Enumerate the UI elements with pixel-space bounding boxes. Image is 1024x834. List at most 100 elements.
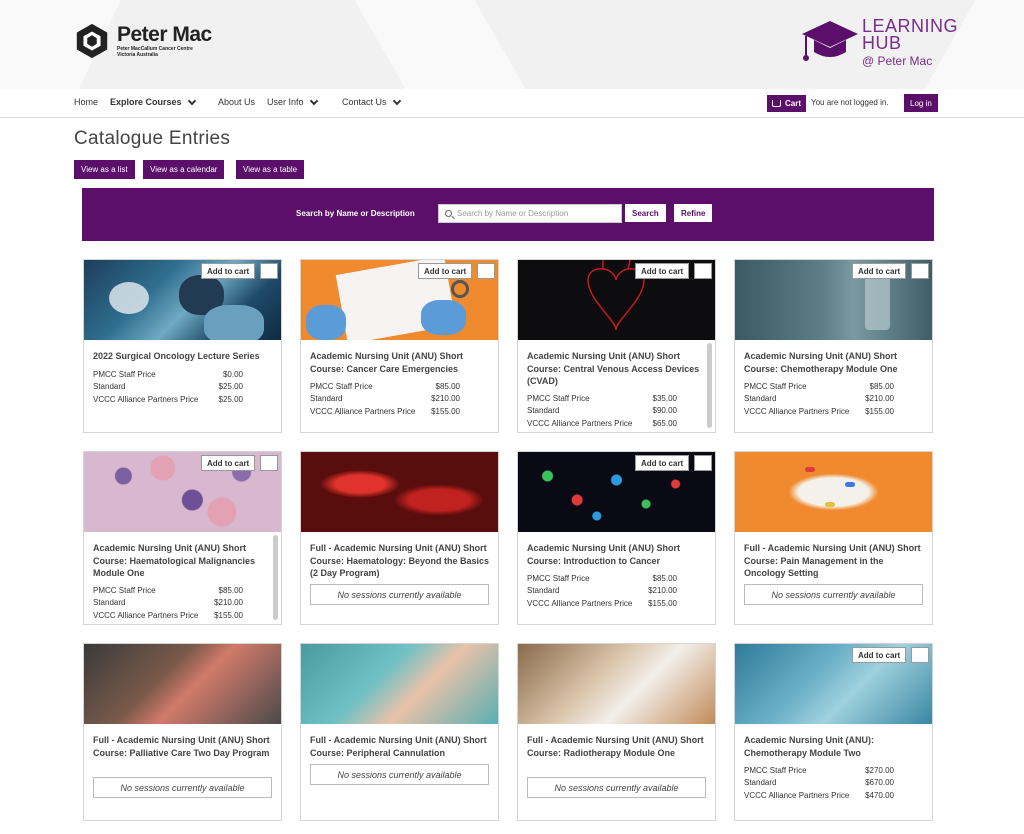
view-as-table-button[interactable]: View as a table	[236, 160, 305, 179]
price-value: $155.00	[865, 406, 894, 416]
cart-quantity-box[interactable]	[260, 263, 278, 279]
login-status: You are not logged in.	[811, 98, 889, 107]
price-value: $65.00	[652, 418, 677, 428]
price-value: $25.00	[218, 382, 243, 392]
chevron-down-icon	[309, 96, 318, 105]
nav-home[interactable]: Home	[74, 97, 98, 107]
price-label: Standard	[93, 598, 126, 608]
search-button[interactable]: Search	[625, 204, 666, 222]
price-value: $210.00	[431, 394, 460, 404]
course-title[interactable]: Academic Nursing Unit (ANU) Short Course…	[744, 350, 926, 375]
price-label: Standard	[527, 406, 560, 416]
nav-explore-courses[interactable]: Explore Courses	[110, 96, 196, 107]
price-value: $85.00	[869, 382, 894, 391]
price-value: $25.00	[218, 394, 243, 404]
course-title[interactable]: Full - Academic Nursing Unit (ANU) Short…	[744, 542, 926, 580]
cart-button[interactable]: Cart	[767, 95, 807, 112]
course-title[interactable]: Full - Academic Nursing Unit (ANU) Short…	[527, 734, 709, 759]
nav-contact-label: Contact Us	[342, 97, 387, 107]
price-label: VCCC Alliance Partners Price	[93, 610, 199, 620]
course-card[interactable]: Add to cart Academic Nursing Unit (ANU) …	[734, 259, 933, 433]
card-scrollbar[interactable]	[707, 343, 712, 428]
price-label: PMCC Staff Price	[527, 394, 590, 403]
login-button[interactable]: Log in	[904, 94, 938, 112]
cart-label: Cart	[785, 99, 802, 108]
add-to-cart-button[interactable]: Add to cart	[201, 455, 256, 471]
course-card[interactable]: Add to cart Academic Nursing Unit (ANU) …	[83, 451, 282, 625]
nav-home-label: Home	[74, 97, 99, 107]
course-title[interactable]: Academic Nursing Unit (ANU): Chemotherap…	[744, 734, 926, 759]
nav-user-info[interactable]: User Info	[267, 96, 318, 107]
cart-quantity-box[interactable]	[911, 263, 929, 279]
search-label: Search by Name or Description	[296, 209, 415, 218]
price-label: Standard	[527, 586, 560, 596]
course-title[interactable]: Full - Academic Nursing Unit (ANU) Short…	[310, 542, 492, 580]
price-value: $210.00	[648, 586, 677, 596]
search-input-wrapper[interactable]	[438, 204, 622, 223]
hub-title-line2: HUB	[862, 33, 902, 53]
no-sessions-notice: No sessions currently available	[310, 764, 489, 785]
no-sessions-notice: No sessions currently available	[744, 584, 923, 605]
add-to-cart-button[interactable]: Add to cart	[635, 455, 690, 471]
add-to-cart-button[interactable]: Add to cart	[418, 263, 473, 279]
view-as-list-button[interactable]: View as a list	[74, 160, 135, 179]
price-list: PMCC Staff Price $85.00 Standard $210.00 V…	[744, 381, 894, 418]
site-header: Peter Mac Peter MacCallum Cancer Centre …	[0, 0, 1024, 89]
add-to-cart-button[interactable]: Add to cart	[852, 647, 907, 663]
price-label: PMCC Staff Price	[744, 382, 807, 391]
course-card[interactable]: Add to cart Academic Nursing Unit (ANU) …	[300, 259, 499, 433]
price-label: Standard	[93, 382, 126, 392]
price-value: $0.00	[222, 370, 243, 379]
price-label: VCCC Alliance Partners Price	[527, 418, 633, 428]
no-sessions-notice: No sessions currently available	[310, 584, 489, 605]
price-label: PMCC Staff Price	[527, 574, 590, 583]
nav-about-us[interactable]: About Us	[218, 97, 255, 107]
course-card[interactable]: Full - Academic Nursing Unit (ANU) Short…	[517, 643, 716, 821]
price-value: $155.00	[431, 406, 460, 416]
course-title[interactable]: Academic Nursing Unit (ANU) Short Course…	[93, 542, 275, 580]
cart-quantity-box[interactable]	[911, 647, 929, 663]
course-card[interactable]: Add to cart Academic Nursing Unit (ANU) …	[517, 451, 716, 625]
course-title[interactable]: Academic Nursing Unit (ANU) Short Course…	[527, 542, 709, 567]
price-value: $470.00	[865, 790, 894, 800]
course-title[interactable]: Academic Nursing Unit (ANU) Short Course…	[310, 350, 492, 375]
no-sessions-notice: No sessions currently available	[93, 777, 272, 798]
price-label: Standard	[310, 394, 343, 404]
add-to-cart-button[interactable]: Add to cart	[852, 263, 907, 279]
price-label: PMCC Staff Price	[744, 766, 807, 775]
course-card[interactable]: Add to cart 2022 Surgical Oncology Lectu…	[83, 259, 282, 433]
search-icon	[445, 210, 452, 217]
course-title[interactable]: 2022 Surgical Oncology Lecture Series	[93, 350, 275, 363]
cart-quantity-box[interactable]	[694, 455, 712, 471]
price-list: PMCC Staff Price $270.00 Standard $670.00 …	[744, 765, 894, 802]
price-label: VCCC Alliance Partners Price	[310, 406, 416, 416]
refine-button[interactable]: Refine	[674, 204, 713, 222]
price-value: $210.00	[214, 598, 243, 608]
course-title[interactable]: Full - Academic Nursing Unit (ANU) Short…	[310, 734, 492, 759]
price-label: VCCC Alliance Partners Price	[527, 598, 633, 608]
search-input[interactable]	[457, 209, 617, 218]
course-card[interactable]: Full - Academic Nursing Unit (ANU) Short…	[734, 451, 933, 625]
course-card[interactable]: Full - Academic Nursing Unit (ANU) Short…	[83, 643, 282, 821]
course-image	[301, 452, 498, 532]
learning-hub-logo[interactable]: LEARNING HUB @ Peter Mac	[800, 17, 958, 68]
hub-title-line3: @ Peter Mac	[862, 54, 933, 68]
course-card[interactable]: Full - Academic Nursing Unit (ANU) Short…	[300, 643, 499, 821]
price-value: $155.00	[648, 598, 677, 608]
course-card[interactable]: Full - Academic Nursing Unit (ANU) Short…	[300, 451, 499, 625]
card-scrollbar[interactable]	[273, 535, 278, 620]
course-card[interactable]: Add to cart Academic Nursing Unit (ANU):…	[734, 643, 933, 821]
brand-name: Peter Mac	[117, 23, 212, 46]
add-to-cart-button[interactable]: Add to cart	[635, 263, 690, 279]
view-as-calendar-button[interactable]: View as a calendar	[143, 160, 225, 179]
peter-mac-logo[interactable]: Peter Mac Peter MacCallum Cancer Centre …	[73, 22, 212, 60]
cart-quantity-box[interactable]	[694, 263, 712, 279]
add-to-cart-button[interactable]: Add to cart	[201, 263, 256, 279]
cart-quantity-box[interactable]	[260, 455, 278, 471]
nav-contact-us[interactable]: Contact Us	[342, 96, 401, 107]
cart-quantity-box[interactable]	[477, 263, 495, 279]
course-card[interactable]: Add to cart Academic Nursing Unit (ANU) …	[517, 259, 716, 433]
chevron-down-icon	[187, 96, 196, 105]
course-title[interactable]: Full - Academic Nursing Unit (ANU) Short…	[93, 734, 275, 759]
course-title[interactable]: Academic Nursing Unit (ANU) Short Course…	[527, 350, 709, 388]
